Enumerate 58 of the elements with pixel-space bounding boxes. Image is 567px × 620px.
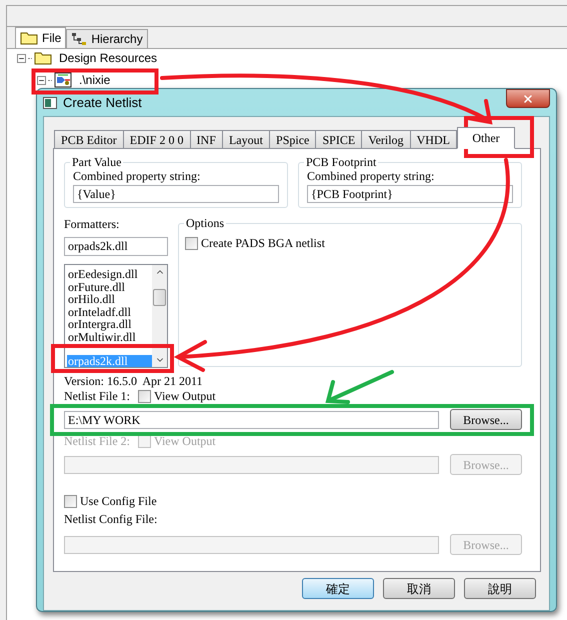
collapse-toggle[interactable]	[37, 76, 46, 84]
dialog-tab[interactable]: Other	[457, 127, 516, 149]
list-item[interactable]: orEedesign.dll	[67, 268, 152, 280]
dialog-tab[interactable]: PCB Editor	[54, 130, 124, 149]
dialog-tab[interactable]: INF	[190, 130, 223, 149]
field-label: Netlist Config File:	[64, 512, 158, 526]
tree-item[interactable]: Design Resources	[59, 51, 158, 65]
field-label: Combined property string:	[307, 169, 436, 183]
folder-icon	[20, 31, 38, 45]
list-item[interactable]: orHilo.dll	[67, 293, 152, 306]
input-field[interactable]: orpads2k.dll	[64, 237, 168, 256]
dialog-tab[interactable]: Verilog	[361, 130, 411, 149]
version-text: Version: 16.5.0 Apr 21 2011	[64, 374, 204, 388]
dialog-tab[interactable]: SPICE	[315, 130, 362, 149]
input-field[interactable]: {Value}	[73, 185, 279, 203]
dialog-button[interactable]: 說明	[464, 578, 536, 599]
window-title: Create Netlist	[63, 94, 142, 112]
checkbox-label: Use Config File	[80, 493, 157, 510]
tree-item[interactable]: .\nixie	[79, 73, 110, 87]
checkbox[interactable]	[185, 236, 198, 250]
input-field[interactable]: E:\MY WORK	[64, 410, 439, 428]
close-button[interactable]	[506, 89, 550, 108]
input-field[interactable]	[64, 456, 439, 474]
collapse-toggle[interactable]	[17, 54, 26, 62]
field-label: Formatters:	[64, 217, 120, 231]
group-title: Options	[184, 216, 226, 230]
dialog-button[interactable]: Browse...	[450, 409, 522, 430]
checkbox-label: View Output	[154, 389, 216, 403]
dialog-tab[interactable]: EDIF 2 0 0	[122, 130, 191, 149]
list-item[interactable]: orIntergra.dll	[67, 318, 152, 330]
group-title: Part Value	[70, 155, 124, 169]
schematic-icon	[54, 72, 72, 88]
input-field[interactable]: {PCB Footprint}	[307, 185, 513, 203]
scrollbar[interactable]	[152, 265, 167, 367]
checkbox-label: Create PADS BGA netlist	[201, 235, 325, 252]
window-icon	[43, 96, 57, 108]
hierarchy-icon	[71, 32, 88, 46]
dialog-tab[interactable]: VHDL	[410, 130, 458, 149]
dialog-button[interactable]: 確定	[302, 578, 374, 599]
dialog-tab[interactable]: Layout	[222, 130, 270, 149]
group-title: PCB Footprint	[304, 155, 378, 169]
list-item[interactable]: orFuture.dll	[67, 280, 152, 293]
dialog-tab[interactable]: PSpice	[269, 130, 316, 149]
folder-icon	[34, 51, 52, 65]
dialog-button[interactable]: 取消	[383, 578, 455, 599]
list-item[interactable]: orInteladf.dll	[67, 306, 152, 318]
field-label: Netlist File 1:	[64, 389, 130, 403]
checkbox[interactable]	[64, 494, 77, 508]
field-label: Combined property string:	[73, 169, 202, 183]
list-item[interactable]: orMultiwir.dll	[67, 330, 152, 343]
annotation-box	[464, 116, 534, 158]
checkbox-label: View Output	[154, 434, 216, 448]
close-icon	[522, 92, 534, 104]
checkbox[interactable]	[138, 390, 151, 402]
panel-tab[interactable]: Hierarchy	[66, 29, 148, 48]
scroll-thumb[interactable]	[153, 288, 166, 306]
field-label: Netlist File 2:	[64, 434, 130, 448]
panel-tab[interactable]: File	[15, 27, 66, 48]
